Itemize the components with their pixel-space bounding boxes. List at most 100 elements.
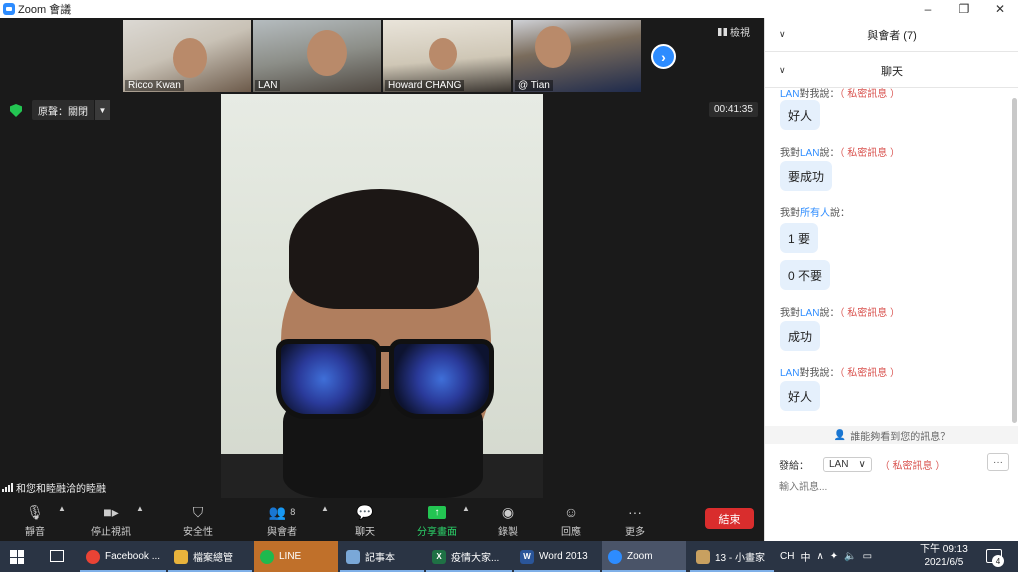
taskbar-app-line[interactable]: LINE bbox=[254, 541, 338, 572]
windows-start-icon[interactable] bbox=[10, 550, 24, 564]
chevron-up-icon[interactable]: ∧ bbox=[816, 551, 823, 562]
dropbox-icon[interactable]: ✦ bbox=[830, 551, 838, 562]
chat-section-header[interactable]: ∨ 聊天 bbox=[765, 54, 1018, 88]
participants-button[interactable]: 👥 8 與會者 bbox=[267, 501, 297, 539]
message-bubble: 1 要 bbox=[780, 223, 819, 253]
recipient-select[interactable]: LAN ∨ bbox=[823, 456, 872, 472]
microphone-icon: 🎙 bbox=[26, 503, 44, 520]
participants-options-caret-icon[interactable]: ▲ bbox=[321, 504, 329, 513]
end-meeting-button[interactable]: 結束 bbox=[705, 508, 754, 529]
message-header-text: 說： bbox=[819, 308, 840, 319]
share-screen-label: 分享畫面 bbox=[417, 527, 457, 538]
mute-label: 靜音 bbox=[25, 527, 45, 538]
speaker-icon[interactable]: 🔈 bbox=[844, 551, 856, 562]
window-title: Zoom 會議 bbox=[18, 4, 72, 16]
recipient-value: LAN bbox=[829, 458, 849, 470]
view-button[interactable]: 檢視 bbox=[718, 24, 750, 39]
taskbar-app-explorer[interactable]: 檔案總管 bbox=[168, 541, 252, 572]
paint-icon bbox=[696, 549, 710, 564]
participant-name: Ricco Kwan bbox=[125, 80, 184, 91]
side-panel: ∨ 與會者 (7) ∨ 聊天 LAN對我說：（ 私密訊息 ） 好人 我對LAN說… bbox=[764, 18, 1018, 541]
taskbar-app-label: Facebook ... bbox=[105, 551, 161, 562]
chat-input[interactable]: 輸入訊息... bbox=[779, 478, 827, 493]
participant-thumbnail[interactable]: Ricco Kwan bbox=[123, 20, 251, 92]
participant-thumbnail[interactable]: Howard CHANG bbox=[383, 20, 511, 92]
message-sender: LAN bbox=[780, 89, 800, 100]
taskbar-app-excel[interactable]: X 疫情大家... bbox=[426, 541, 512, 572]
clock-date: 2021/6/5 bbox=[924, 557, 964, 568]
participant-thumbnail[interactable]: LAN bbox=[253, 20, 381, 92]
message-prefix: 我對 bbox=[780, 208, 800, 219]
chat-header-label: 聊天 bbox=[881, 65, 903, 78]
participant-thumbnail[interactable]: @ Tian bbox=[513, 20, 641, 92]
participant-name: LAN bbox=[255, 80, 281, 91]
video-options-caret-icon[interactable]: ▲ bbox=[136, 504, 144, 513]
more-button[interactable]: ··· 更多 bbox=[625, 501, 645, 538]
chevron-down-icon[interactable]: ∨ bbox=[779, 65, 786, 76]
restore-button[interactable]: ❐ bbox=[946, 0, 982, 18]
message-header: 我對LAN說：（ 私密訊息 ） bbox=[780, 304, 900, 319]
message-prefix: 我對 bbox=[780, 308, 800, 319]
taskbar-app-notepad[interactable]: 記事本 bbox=[340, 541, 424, 572]
participants-section-header[interactable]: ∨ 與會者 (7) bbox=[765, 18, 1018, 52]
sunglasses-right bbox=[389, 339, 494, 419]
caret-down-icon[interactable]: ▼ bbox=[94, 100, 110, 120]
more-label: 更多 bbox=[625, 527, 645, 538]
system-clock[interactable]: 下午 09:13 2021/6/5 bbox=[920, 543, 968, 569]
record-button[interactable]: ◉ 錄製 bbox=[498, 501, 518, 539]
ime-language[interactable]: CH bbox=[780, 551, 794, 562]
message-prefix: 我對 bbox=[780, 148, 800, 159]
message-recipient: LAN bbox=[800, 148, 820, 159]
security-button[interactable]: ⛉ 安全性 bbox=[183, 501, 213, 539]
original-sound-toggle[interactable]: 原聲：關閉 ▼ bbox=[32, 100, 110, 120]
message-header-text: 對我說： bbox=[799, 368, 840, 379]
message-bubble: 要成功 bbox=[780, 161, 833, 191]
network-status-text: 和您和睦融洽的睦融 bbox=[16, 484, 106, 495]
system-tray: CH 中 ∧ ✦ 🔈 ▭ bbox=[780, 541, 872, 572]
who-can-see-link[interactable]: 👤 誰能夠看到您的訊息？ bbox=[765, 426, 1018, 444]
security-shield-icon[interactable] bbox=[10, 104, 22, 117]
reactions-button[interactable]: ☺ 回應 bbox=[561, 501, 581, 538]
window-controls: – ❐ ✕ bbox=[910, 0, 1018, 18]
taskbar-app-word[interactable]: W Word 2013 bbox=[514, 541, 600, 572]
audio-options-caret-icon[interactable]: ▲ bbox=[58, 504, 66, 513]
chat-button[interactable]: 💬 聊天 bbox=[355, 501, 375, 539]
chat-label: 聊天 bbox=[355, 527, 375, 538]
mute-button[interactable]: 🎙 靜音 bbox=[25, 501, 45, 539]
next-page-button[interactable]: › bbox=[651, 44, 676, 69]
speaker-hair bbox=[289, 189, 479, 309]
network-icon[interactable]: ▭ bbox=[863, 551, 872, 562]
windows-taskbar: Facebook ... 檔案總管 LINE 記事本 X 疫情大家... W W… bbox=[0, 541, 1018, 572]
minimize-button[interactable]: – bbox=[910, 0, 946, 18]
share-screen-button[interactable]: ↑ 分享畫面 bbox=[417, 501, 457, 538]
message-header: LAN對我說：（ 私密訊息 ） bbox=[780, 364, 900, 379]
message-header-text: 對我說： bbox=[799, 89, 840, 100]
taskbar-app-chrome[interactable]: Facebook ... bbox=[80, 541, 166, 572]
chat-more-button[interactable]: ··· bbox=[987, 453, 1009, 471]
private-message-tag: （ 私密訊息 ） bbox=[879, 460, 946, 472]
share-options-caret-icon[interactable]: ▲ bbox=[462, 504, 470, 513]
message-bubble: 好人 bbox=[780, 100, 821, 130]
participant-face bbox=[307, 30, 347, 76]
stop-video-button[interactable]: ■▸ 停止視訊 bbox=[91, 501, 131, 539]
shield-icon: ⛉ bbox=[192, 503, 204, 520]
close-button[interactable]: ✕ bbox=[982, 0, 1018, 18]
grid-icon bbox=[718, 27, 727, 36]
taskbar-app-paint[interactable]: 13 - 小畫家 bbox=[690, 541, 774, 572]
line-icon bbox=[260, 549, 274, 564]
signal-bars-icon bbox=[2, 483, 13, 492]
meeting-timer: 00:41:35 bbox=[709, 102, 758, 117]
notification-count: 4 bbox=[992, 555, 1004, 567]
chat-scrollbar[interactable] bbox=[1012, 98, 1017, 423]
participants-icon: 👥 8 bbox=[268, 503, 296, 520]
chevron-down-icon[interactable]: ∨ bbox=[779, 29, 786, 40]
taskbar-app-zoom[interactable]: Zoom bbox=[602, 541, 686, 572]
zoom-logo-icon bbox=[3, 3, 15, 15]
excel-icon: X bbox=[432, 549, 446, 564]
taskbar-app-label: Word 2013 bbox=[539, 551, 588, 562]
ime-mode[interactable]: 中 bbox=[800, 549, 810, 564]
folder-icon bbox=[174, 549, 188, 564]
sunglasses-left bbox=[276, 339, 381, 419]
task-view-icon[interactable] bbox=[50, 550, 64, 562]
message-header-text: 說： bbox=[830, 208, 850, 219]
